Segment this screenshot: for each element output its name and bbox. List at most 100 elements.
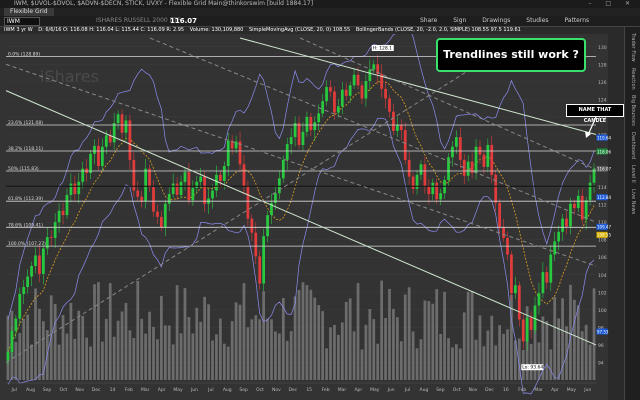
- side-tab-big-bounces[interactable]: Big Bounces: [630, 95, 636, 126]
- x-tick-label: Nov: [469, 387, 478, 393]
- fib-level-label: 50% (115.83): [8, 166, 39, 172]
- volume-bar: [34, 288, 37, 380]
- x-tick-label: Dec: [288, 387, 297, 393]
- candle-body: [549, 254, 553, 283]
- candle-body: [97, 145, 100, 167]
- x-tick-label: 15: [306, 387, 312, 393]
- x-tick-label: Feb: [322, 387, 330, 393]
- volume-bar: [289, 331, 293, 380]
- candle-body: [203, 176, 207, 204]
- volume-bar: [415, 348, 419, 380]
- volume-bar: [376, 343, 380, 380]
- volume-bar: [69, 302, 73, 380]
- volume-bar: [360, 349, 364, 380]
- studies-button[interactable]: Studies: [526, 17, 548, 24]
- candle-body: [537, 293, 541, 306]
- price-badge-label: 109.47: [597, 225, 611, 230]
- volume-bar: [549, 349, 553, 380]
- volume-bar: [270, 319, 273, 380]
- y-tick-label: 108: [598, 238, 607, 244]
- volume-bar: [313, 297, 317, 380]
- volume-bar: [490, 315, 494, 380]
- side-tab-trader-flow[interactable]: Trader Flow: [630, 33, 636, 62]
- volume-bar: [246, 327, 250, 380]
- candle-body: [175, 183, 179, 195]
- volume-bar: [211, 340, 214, 380]
- side-tab-level-ii[interactable]: Level II: [630, 165, 636, 183]
- candle-body: [285, 144, 289, 160]
- candle-body: [53, 222, 57, 238]
- y-tick-label: 96: [598, 343, 604, 349]
- window-controls[interactable]: – □ ✕: [588, 0, 636, 8]
- y-tick-label: 114: [598, 185, 607, 191]
- volume-bar: [97, 282, 100, 380]
- side-tab-live-news[interactable]: Live News: [630, 189, 636, 214]
- candle-body: [364, 80, 368, 99]
- candle-body: [199, 176, 203, 182]
- price-chart[interactable]: iShares949698100102104106108110112114116…: [0, 34, 624, 400]
- volume-bar: [537, 342, 541, 380]
- x-tick-label: Jun: [387, 387, 395, 393]
- drawings-button[interactable]: Drawings: [482, 17, 510, 24]
- volume-bar: [124, 302, 128, 380]
- sign-button[interactable]: Sign: [453, 17, 466, 24]
- volume-bar: [301, 282, 305, 380]
- share-button[interactable]: Share: [420, 17, 437, 24]
- side-panel: Trader Flow Reaction Big Bounces Dashboa…: [624, 27, 640, 400]
- x-tick-label: Oct: [59, 387, 67, 393]
- candle-body: [372, 64, 376, 70]
- tab-flexible-grid[interactable]: Flexible Grid: [4, 8, 54, 16]
- volume-bar: [215, 334, 218, 380]
- candle-body: [458, 137, 462, 160]
- patterns-button[interactable]: Patterns: [564, 17, 589, 24]
- candle-body: [112, 123, 116, 143]
- volume-bar: [411, 331, 415, 380]
- price-badge-label: 119.64: [597, 135, 611, 140]
- fib-level-label: 0.0% (128.89): [8, 52, 40, 58]
- x-tick-label: May: [370, 387, 380, 393]
- candle-body: [545, 272, 549, 283]
- candle-body: [262, 236, 266, 284]
- candle-body: [569, 203, 572, 227]
- volume-bar: [364, 324, 368, 380]
- candle-body: [246, 186, 250, 219]
- candle-body: [502, 227, 505, 238]
- candle-body: [116, 114, 120, 124]
- candle-body: [498, 202, 502, 228]
- bollinger-readout: BollingerBands (CLOSE, 20, -2.0, 2.0, SI…: [355, 27, 521, 33]
- candle-body: [395, 124, 399, 131]
- chart-toolbar: IWM ISHARES RUSSELL 2000 ETF 116.07 Shar…: [0, 16, 640, 27]
- volume-bar: [274, 331, 277, 380]
- volume-bar: [163, 325, 167, 380]
- volume-bar: [297, 289, 301, 380]
- x-tick-label: Mar: [141, 387, 150, 393]
- volume-bar: [167, 325, 171, 380]
- candle-body: [427, 186, 431, 195]
- candle-body: [356, 74, 360, 86]
- candle-body: [584, 200, 588, 220]
- volume-bar: [89, 346, 92, 380]
- x-tick-label: Dec: [485, 387, 494, 393]
- x-tick-label: Oct: [256, 387, 264, 393]
- side-tab-dashboard[interactable]: Dashboard: [630, 132, 636, 159]
- price-badge-label: 108.55: [597, 233, 611, 238]
- candle-body: [588, 182, 592, 201]
- volume-bar: [368, 308, 372, 380]
- volume-bar: [384, 318, 387, 380]
- price-badge-label: 97.53: [597, 329, 609, 334]
- candle-body: [513, 285, 517, 294]
- volume-bar: [458, 348, 462, 380]
- x-tick-label: Mar: [338, 387, 347, 393]
- y-tick-label: 124: [598, 97, 607, 103]
- symbol-input[interactable]: IWM: [4, 17, 40, 26]
- candle-body: [403, 130, 407, 160]
- candle-body: [45, 237, 49, 249]
- candle-body: [439, 193, 443, 200]
- candle-body: [167, 194, 171, 204]
- volume-bar: [336, 334, 340, 380]
- candle-body: [301, 131, 305, 145]
- candle-body: [218, 174, 222, 181]
- trendline-callout: Trendlines still work ?: [436, 38, 586, 72]
- side-tab-reaction[interactable]: Reaction: [630, 68, 636, 90]
- volume-bar: [41, 321, 45, 380]
